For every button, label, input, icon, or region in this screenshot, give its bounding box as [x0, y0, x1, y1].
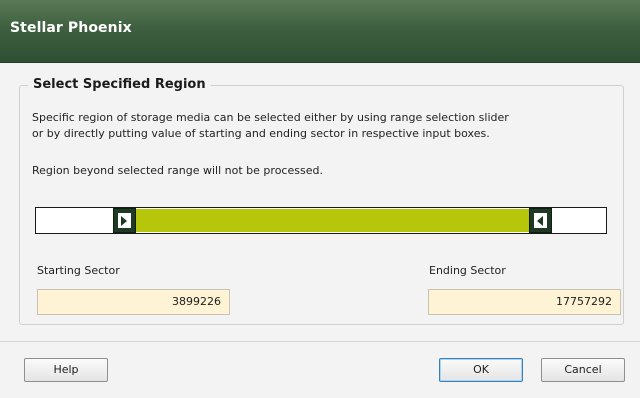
window-title: Stellar Phoenix	[10, 20, 132, 36]
cancel-button[interactable]: Cancel	[541, 358, 625, 382]
start-handle[interactable]	[113, 208, 136, 233]
description-line-1: Specific region of storage media can be …	[32, 111, 509, 124]
ok-button[interactable]: OK	[439, 358, 523, 382]
right-arrow-icon	[121, 216, 127, 226]
selected-range-fill	[136, 209, 529, 232]
button-separator	[0, 341, 640, 342]
starting-sector-label: Starting Sector	[37, 264, 120, 277]
starting-sector-input[interactable]: 3899226	[37, 289, 230, 315]
end-handle[interactable]	[529, 208, 552, 233]
ending-sector-input[interactable]: 17757292	[428, 289, 621, 315]
ending-sector-label: Ending Sector	[429, 264, 506, 277]
region-description: Specific region of storage media can be …	[32, 110, 612, 142]
range-selection-slider[interactable]	[35, 207, 607, 234]
title-bar[interactable]: Stellar Phoenix	[0, 0, 640, 63]
region-note: Region beyond selected range will not be…	[32, 164, 323, 177]
left-arrow-icon	[537, 216, 543, 226]
description-line-2: or by directly putting value of starting…	[32, 127, 490, 140]
help-button[interactable]: Help	[24, 358, 108, 382]
group-title: Select Specified Region	[28, 77, 211, 92]
